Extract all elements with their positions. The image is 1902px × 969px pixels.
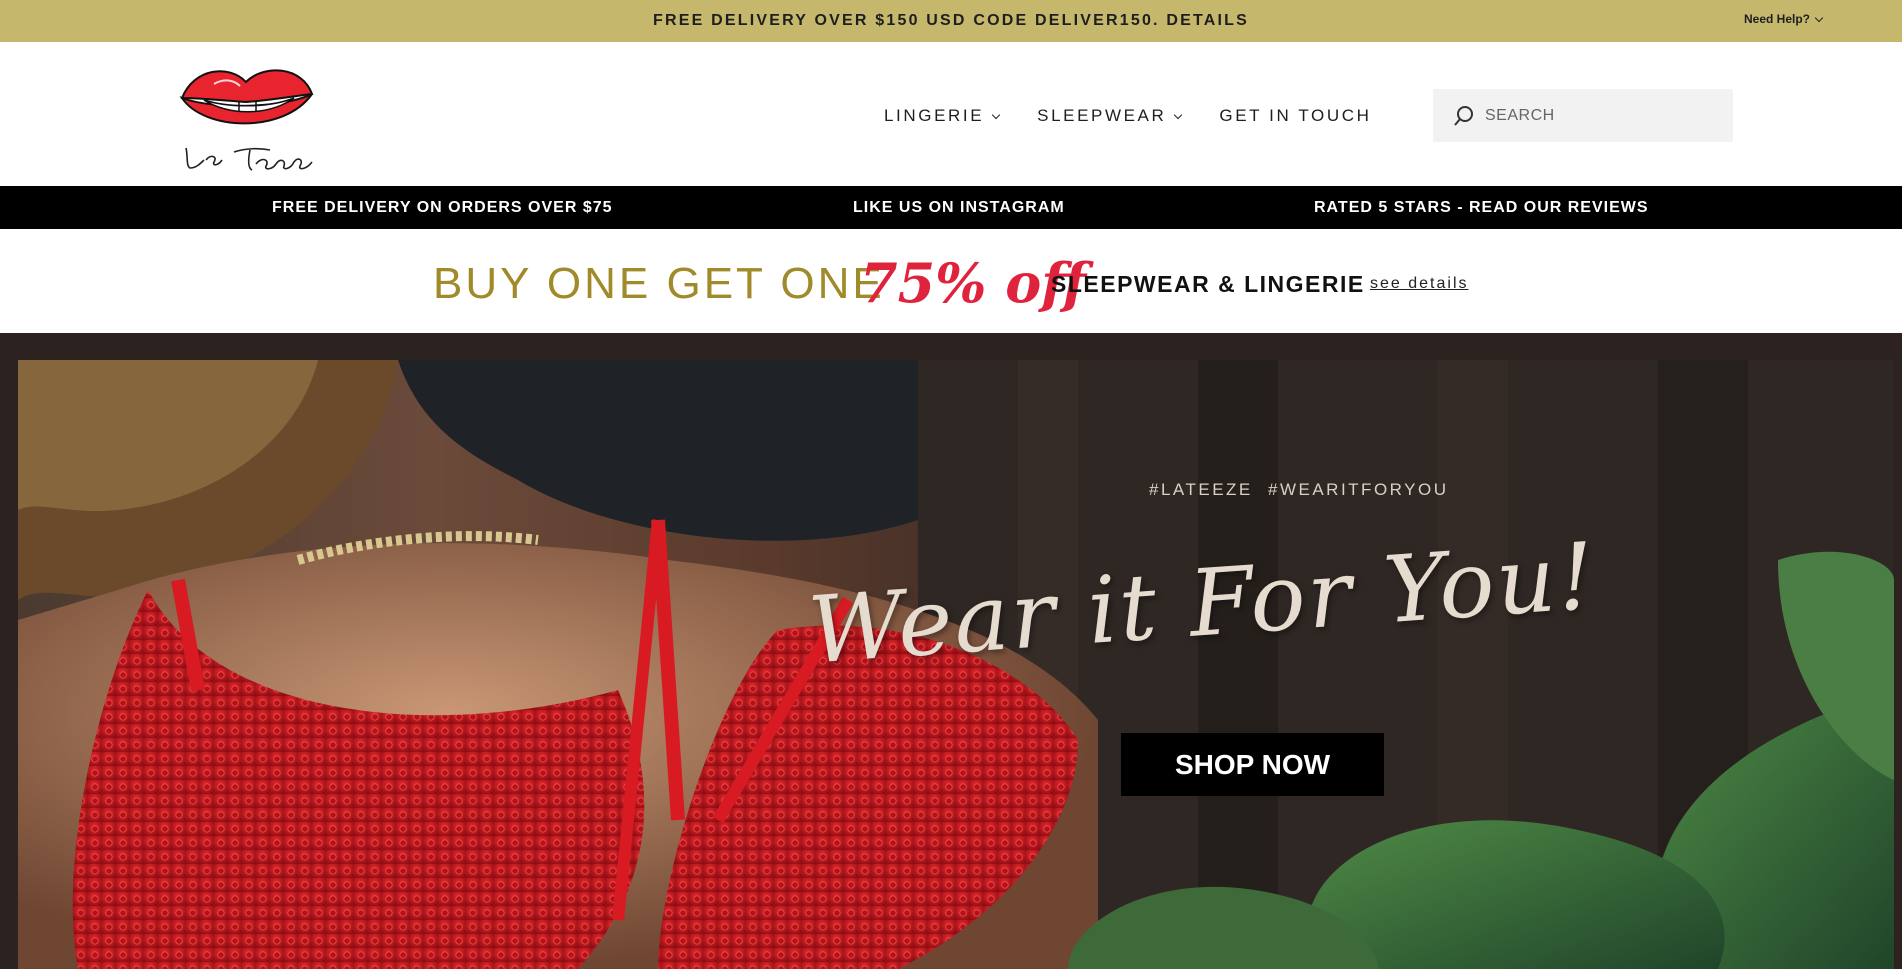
nav-item-sleepwear[interactable]: SLEEPWEAR [1037, 106, 1183, 126]
brand-logo[interactable] [174, 56, 320, 178]
strip-free-delivery[interactable]: FREE DELIVERY ON ORDERS OVER $75 [272, 199, 613, 217]
bogo-headline: BUY ONE GET ONE [433, 259, 885, 308]
main-nav: LINGERIE SLEEPWEAR GET IN TOUCH [884, 106, 1371, 126]
see-details-link[interactable]: see details [1370, 275, 1469, 293]
search-icon[interactable] [1453, 105, 1475, 127]
bogo-category: SLEEPWEAR & LINGERIE [1051, 271, 1365, 297]
chevron-down-icon [1814, 13, 1824, 22]
search-input[interactable] [1485, 106, 1715, 125]
search-box[interactable] [1433, 89, 1733, 142]
nav-label: LINGERIE [884, 106, 985, 125]
site-header: LINGERIE SLEEPWEAR GET IN TOUCH [0, 42, 1902, 186]
nav-label: GET IN TOUCH [1219, 106, 1372, 125]
hero-banner: #LATEEZE #WEARITFORYOU Wear it For You! … [18, 360, 1894, 969]
bogo-banner[interactable]: BUY ONE GET ONE 75% off SLEEPWEAR & LING… [0, 229, 1902, 333]
strip-instagram-link[interactable]: LIKE US ON INSTAGRAM [853, 199, 1065, 217]
need-help-dropdown[interactable]: Need Help? [1743, 12, 1824, 26]
need-help-label: Need Help? [1743, 12, 1810, 26]
promo-strip: FREE DELIVERY ON ORDERS OVER $75 LIKE US… [0, 186, 1902, 229]
chevron-down-icon [991, 110, 1001, 119]
hero-hashtags: #LATEEZE #WEARITFORYOU [1149, 480, 1449, 499]
nav-item-lingerie[interactable]: LINGERIE [884, 106, 1001, 126]
chevron-down-icon [1174, 110, 1183, 119]
announcement-bar: FREE DELIVERY OVER $150 USD CODE DELIVER… [0, 0, 1902, 42]
announcement-text[interactable]: FREE DELIVERY OVER $150 USD CODE DELIVER… [653, 12, 1249, 30]
strip-reviews-link[interactable]: RATED 5 STARS - READ OUR REVIEWS [1314, 199, 1649, 217]
nav-label: SLEEPWEAR [1037, 106, 1167, 125]
nav-item-get-in-touch[interactable]: GET IN TOUCH [1219, 106, 1371, 126]
shop-now-button[interactable]: SHOP NOW [1121, 733, 1384, 796]
